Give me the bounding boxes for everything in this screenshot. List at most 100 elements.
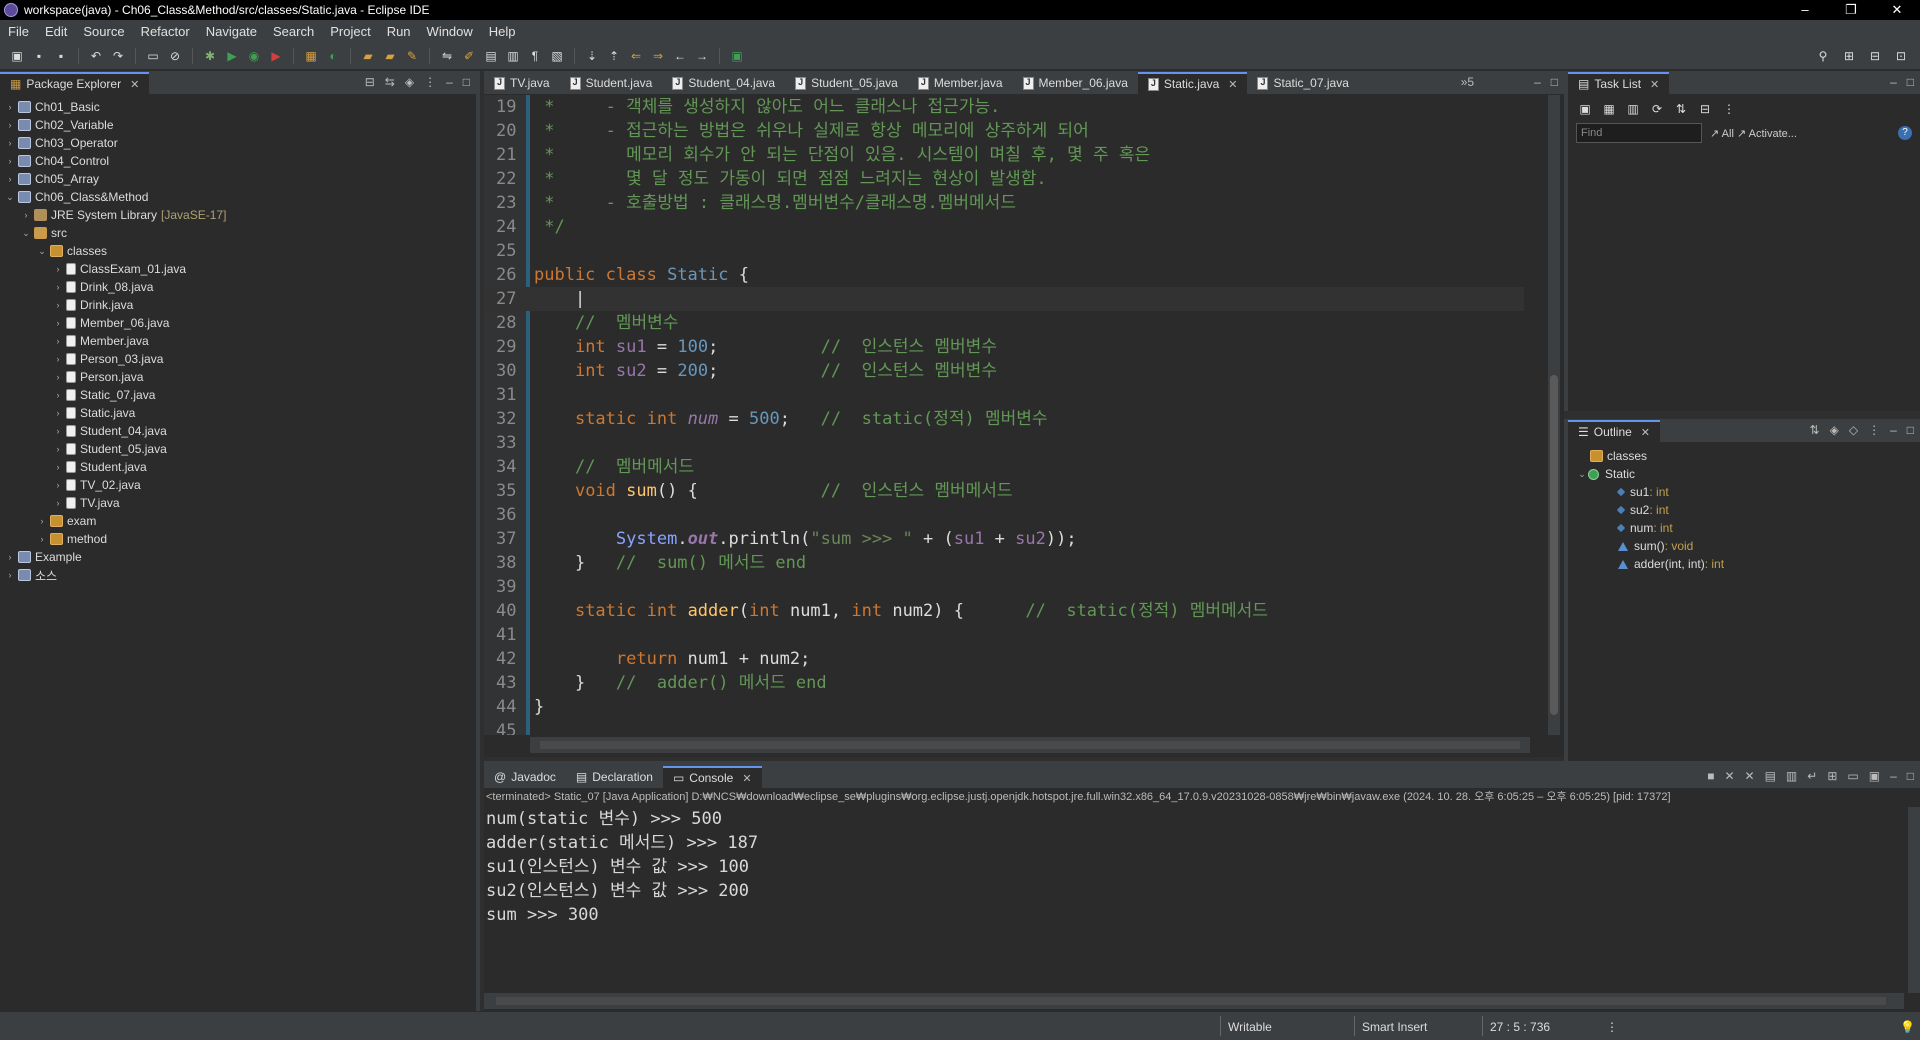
coverage-icon[interactable]: ◉ (245, 48, 263, 64)
run-icon[interactable]: ▶ (223, 48, 241, 64)
close-window-button[interactable]: ✕ (1874, 0, 1920, 20)
outline-item[interactable]: su1 : int (1568, 483, 1920, 501)
task-find-input[interactable]: Find (1576, 123, 1702, 143)
forward-icon[interactable]: → (693, 48, 711, 64)
tree-file-item[interactable]: › TV.java (0, 494, 476, 512)
tree-project-item[interactable]: › Ch04_Control (0, 152, 476, 170)
close-icon[interactable]: ✕ (742, 772, 751, 785)
code-line[interactable]: 36 (484, 503, 1524, 527)
scroll-thumb[interactable] (540, 741, 1520, 749)
collapsed-chevron-icon[interactable]: › (52, 462, 64, 472)
new-class-icon[interactable]: ◐ (324, 48, 342, 64)
close-icon[interactable]: ✕ (1641, 426, 1650, 439)
collapsed-chevron-icon[interactable]: › (36, 516, 48, 526)
tree-package-item[interactable]: ⌄ classes (0, 242, 476, 260)
code-line[interactable]: 32 static int num = 500; // static(정적) 멤… (484, 407, 1524, 431)
minimize-icon[interactable]: – (1890, 423, 1897, 437)
maximize-icon[interactable]: □ (1551, 75, 1558, 89)
schedule-icon[interactable]: ▥ (1624, 101, 1642, 117)
collapsed-chevron-icon[interactable]: › (4, 174, 16, 184)
editor-horizontal-scrollbar[interactable] (530, 737, 1530, 753)
code-line[interactable]: 34 // 멤버메서드 (484, 455, 1524, 479)
skip-breakpoints-icon[interactable]: ⊘ (166, 48, 184, 64)
collapsed-chevron-icon[interactable]: › (52, 426, 64, 436)
toggle-breadcrumb-icon[interactable]: ▧ (548, 48, 566, 64)
remove-all-icon[interactable]: ✕ (1745, 769, 1755, 783)
pin-console-icon[interactable]: ⊞ (1827, 769, 1837, 783)
restore-button[interactable]: ❐ (1828, 0, 1874, 20)
open-console-icon[interactable]: ▣ (1869, 769, 1880, 783)
collapse-all-icon[interactable]: ⊟ (365, 75, 375, 89)
tree-project-item[interactable]: › Ch03_Operator (0, 134, 476, 152)
outline-item[interactable]: adder(int, int) : int (1568, 555, 1920, 573)
tree-project-item[interactable]: ⌄ src (0, 224, 476, 242)
tree-package-item[interactable]: › exam (0, 512, 476, 530)
collapsed-chevron-icon[interactable]: › (4, 102, 16, 112)
code-line[interactable]: 22 * 몇 달 정도 가동이 되면 점점 느려지는 현상이 발생함. (484, 167, 1524, 191)
editor-tab[interactable]: Student_04.java (662, 72, 785, 94)
terminal-icon[interactable]: ▭ (144, 48, 162, 64)
code-line[interactable]: 44} (484, 695, 1524, 719)
collapsed-chevron-icon[interactable]: › (52, 480, 64, 490)
tree-file-item[interactable]: › Person.java (0, 368, 476, 386)
scroll-thumb[interactable] (496, 997, 1886, 1005)
new-task-icon[interactable]: ▣ (1576, 101, 1594, 117)
collapsed-chevron-icon[interactable]: › (52, 300, 64, 310)
expanded-chevron-icon[interactable]: ⌄ (1576, 469, 1588, 480)
annotation-icon[interactable]: ⇋ (438, 48, 456, 64)
collapsed-chevron-icon[interactable]: › (52, 354, 64, 364)
tree-file-item[interactable]: › Static.java (0, 404, 476, 422)
tree-project-item[interactable]: › Ch02_Variable (0, 116, 476, 134)
focus-icon[interactable]: ◈ (405, 75, 414, 89)
menu-navigate[interactable]: Navigate (198, 24, 265, 39)
new-java-project-icon[interactable]: ▦ (302, 48, 320, 64)
tree-file-item[interactable]: › Drink.java (0, 296, 476, 314)
status-menu-icon[interactable]: ⋮ (1606, 1020, 1618, 1034)
console-area-tab[interactable]: ▤ Declaration (566, 766, 663, 788)
tree-file-item[interactable]: › TV_02.java (0, 476, 476, 494)
editor-tab[interactable]: Static_07.java (1247, 72, 1358, 94)
outline-item[interactable]: ⌄ Static (1568, 465, 1920, 483)
outline-item[interactable]: classes (1568, 447, 1920, 465)
collapsed-chevron-icon[interactable]: › (52, 498, 64, 508)
next-edit-location-icon[interactable]: ⇒ (649, 48, 667, 64)
code-line[interactable]: 28 // 멤버변수 (484, 311, 1524, 335)
tree-file-item[interactable]: › ClassExam_01.java (0, 260, 476, 278)
collapsed-chevron-icon[interactable]: › (52, 408, 64, 418)
menu-project[interactable]: Project (322, 24, 378, 39)
collapsed-chevron-icon[interactable]: › (52, 372, 64, 382)
code-line[interactable]: 42 return num1 + num2; (484, 647, 1524, 671)
tip-icon[interactable]: 💡 (1900, 1020, 1915, 1034)
collapsed-chevron-icon[interactable]: › (4, 120, 16, 130)
debug-icon[interactable]: ✱ (201, 48, 219, 64)
help-icon[interactable]: ? (1898, 126, 1912, 140)
code-line[interactable]: 43 } // adder() 메서드 end (484, 671, 1524, 695)
tree-project-item[interactable]: › Example (0, 548, 476, 566)
word-wrap-icon[interactable]: ↵ (1807, 769, 1817, 783)
code-line[interactable]: 39 (484, 575, 1524, 599)
expanded-chevron-icon[interactable]: ⌄ (20, 228, 32, 239)
code-line[interactable]: 33 (484, 431, 1524, 455)
last-edit-location-icon[interactable]: ⇐ (627, 48, 645, 64)
menu-help[interactable]: Help (481, 24, 524, 39)
code-line[interactable]: 30 int su2 = 200; // 인스턴스 멤버변수 (484, 359, 1524, 383)
code-line[interactable]: 26 public class Static { (484, 263, 1524, 287)
new-icon[interactable]: ▣ (8, 48, 26, 64)
clear-console-icon[interactable]: ▤ (1765, 769, 1776, 783)
code-line[interactable]: 45 (484, 719, 1524, 735)
close-icon[interactable]: ✕ (1650, 78, 1659, 91)
menu-window[interactable]: Window (419, 24, 481, 39)
collapsed-chevron-icon[interactable]: › (52, 264, 64, 274)
code-line[interactable]: 38 } // sum() 메서드 end (484, 551, 1524, 575)
close-icon[interactable]: ✕ (130, 78, 139, 91)
hide-static-icon[interactable]: ◇ (1849, 423, 1858, 437)
collapsed-chevron-icon[interactable]: › (4, 552, 16, 562)
pin-editor-icon[interactable]: ▣ (728, 48, 746, 64)
collapsed-chevron-icon[interactable]: › (52, 318, 64, 328)
filter-icon[interactable]: ⇅ (1672, 101, 1690, 117)
editor-tab[interactable]: TV.java (484, 72, 560, 94)
view-menu-icon[interactable]: ⋮ (1720, 101, 1738, 117)
collapsed-chevron-icon[interactable]: › (20, 210, 32, 220)
code-line[interactable]: 20 * - 접근하는 방법은 쉬우나 실제로 항상 메모리에 상주하게 되어 (484, 119, 1524, 143)
console-vertical-scrollbar[interactable] (1908, 807, 1920, 993)
